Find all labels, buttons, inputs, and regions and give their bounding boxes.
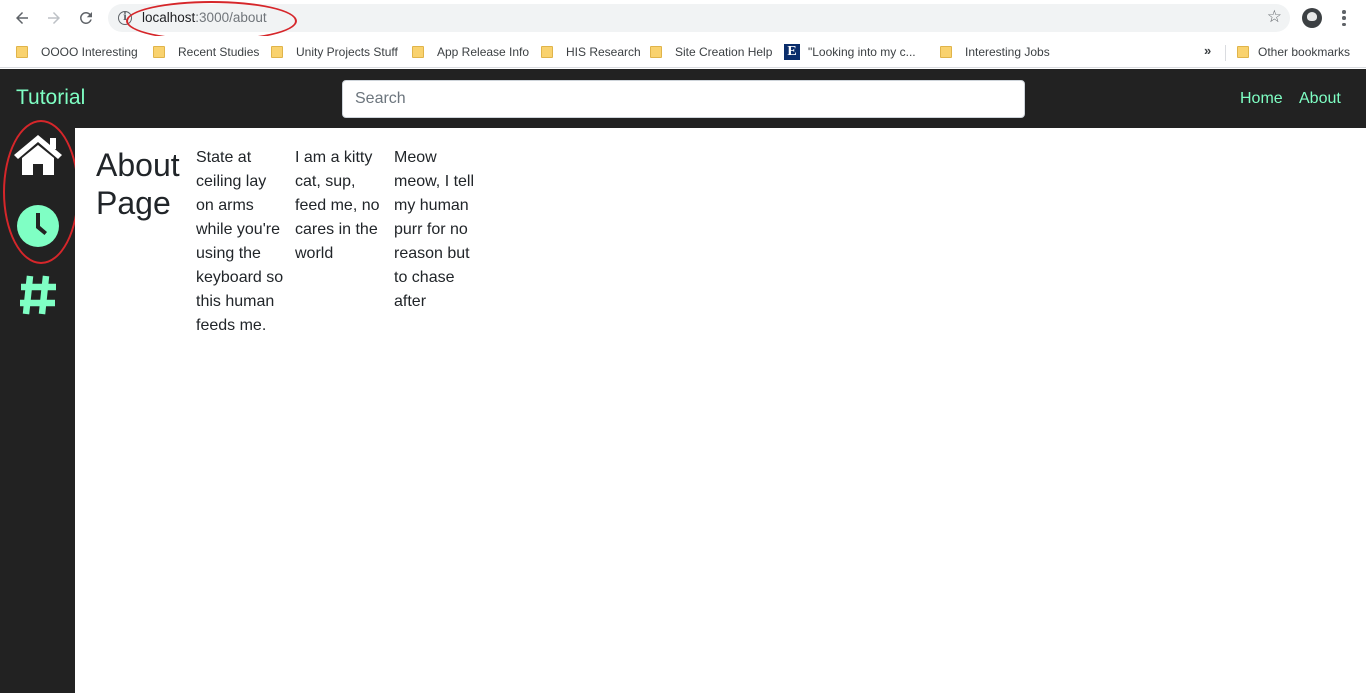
folder-icon (412, 46, 424, 58)
search-input[interactable] (342, 80, 1025, 118)
kebab-menu-icon[interactable] (1336, 8, 1352, 28)
bookmark-item[interactable]: HIS Research (541, 43, 641, 61)
bookmark-label: App Release Info (437, 45, 530, 59)
info-icon[interactable]: i (118, 11, 132, 25)
nav-link-about[interactable]: About (1299, 90, 1341, 108)
hashtag-icon[interactable] (10, 270, 65, 320)
bookmark-item[interactable]: E "Looking into my c... (784, 43, 916, 61)
url-path: :3000/about (195, 10, 267, 25)
profile-avatar[interactable] (1302, 8, 1322, 28)
bookmark-item[interactable]: OOOO Interesting (16, 43, 138, 61)
bookmark-item[interactable]: Unity Projects Stuff (271, 43, 398, 61)
home-icon[interactable] (10, 130, 65, 180)
bookmarks-divider (1225, 45, 1226, 61)
url-text[interactable]: localhost:3000/about (142, 10, 267, 25)
folder-icon (541, 46, 553, 58)
sidebar (0, 128, 75, 693)
bookmark-label: Site Creation Help (675, 45, 773, 59)
bookmarks-bar: OOOO Interesting Recent Studies Unity Pr… (0, 36, 1366, 68)
page-title: About Page (96, 147, 180, 221)
bookmarks-overflow-button[interactable]: » (1204, 43, 1211, 58)
text-column-2: I am a kitty cat, sup, feed me, no cares… (295, 149, 380, 262)
e-site-icon: E (784, 44, 800, 60)
bookmark-label: HIS Research (566, 45, 641, 59)
browser-toolbar: i localhost:3000/about ☆ (0, 0, 1366, 41)
bookmark-label: "Looking into my c... (808, 45, 916, 59)
reload-button[interactable] (75, 7, 97, 29)
text-column-3: Meow meow, I tell my human purr for no r… (394, 149, 475, 310)
folder-icon (940, 46, 952, 58)
text-column-1: State at ceiling lay on arms while you'r… (196, 149, 284, 334)
forward-button[interactable] (43, 7, 65, 29)
folder-icon (650, 46, 662, 58)
folder-icon (271, 46, 283, 58)
main-content: About Page State at ceiling lay on arms … (75, 128, 1366, 693)
other-bookmarks[interactable]: Other bookmarks (1237, 43, 1350, 61)
star-icon[interactable]: ☆ (1267, 8, 1282, 26)
bookmark-label: Other bookmarks (1258, 45, 1351, 59)
bookmark-item[interactable]: Site Creation Help (650, 43, 772, 61)
reload-icon (80, 11, 92, 24)
arrow-left-icon (16, 12, 28, 24)
bookmark-label: Unity Projects Stuff (296, 45, 398, 59)
brand-link[interactable]: Tutorial (16, 86, 85, 110)
address-bar[interactable]: i localhost:3000/about ☆ (108, 4, 1290, 32)
back-button[interactable] (11, 7, 33, 29)
folder-icon (153, 46, 165, 58)
folder-icon (1237, 46, 1249, 58)
url-host: localhost (142, 10, 196, 25)
folder-icon (16, 46, 28, 58)
app-navbar: Tutorial Home About (0, 69, 1366, 128)
bookmark-label: OOOO Interesting (41, 45, 138, 59)
arrow-right-icon (48, 12, 60, 24)
bookmark-item[interactable]: Recent Studies (153, 43, 259, 61)
bookmark-item[interactable]: Interesting Jobs (940, 43, 1050, 61)
clock-icon[interactable] (10, 201, 65, 251)
bookmark-label: Interesting Jobs (965, 45, 1050, 59)
nav-link-home[interactable]: Home (1240, 90, 1283, 108)
bookmark-label: Recent Studies (178, 45, 260, 59)
bookmark-item[interactable]: App Release Info (412, 43, 529, 61)
